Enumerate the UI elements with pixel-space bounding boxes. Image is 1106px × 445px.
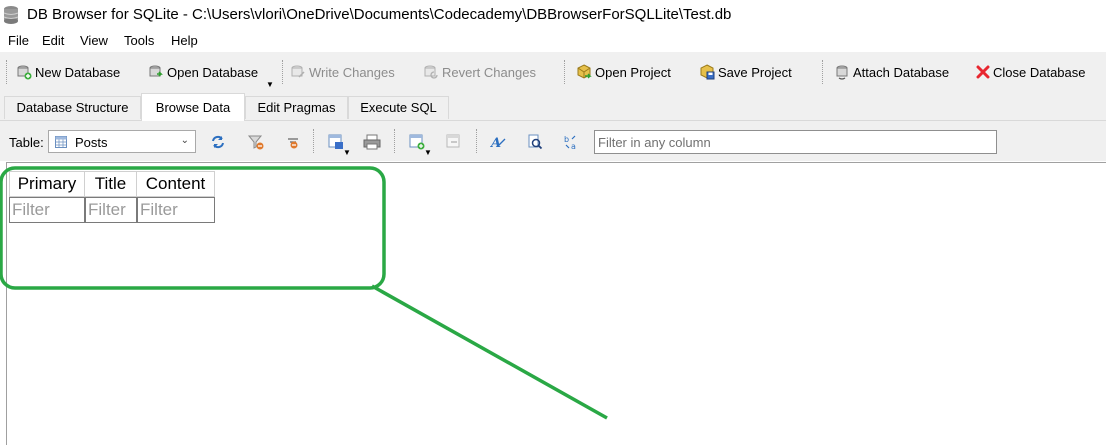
main-tabs: Database Structure Browse Data Edit Prag…: [0, 92, 1106, 121]
open-database-label: Open Database: [167, 64, 259, 80]
close-database-button[interactable]: Close Database: [976, 62, 1086, 82]
menu-bar: File Edit View Tools Help: [0, 30, 1106, 52]
svg-text:b: b: [564, 135, 569, 144]
attach-database-label: Attach Database: [853, 64, 950, 80]
open-database-button[interactable]: Open Database: [148, 62, 258, 82]
filter-all-columns-input[interactable]: [594, 130, 997, 154]
window-title: DB Browser for SQLite - C:\Users\vlori\O…: [27, 6, 732, 23]
close-icon: [976, 65, 990, 79]
open-project-label: Open Project: [595, 64, 671, 80]
write-changes-label: Write Changes: [309, 64, 395, 80]
title-bar: DB Browser for SQLite - C:\Users\vlori\O…: [0, 0, 1106, 30]
toolbar-grip: [6, 60, 9, 84]
menu-edit[interactable]: Edit: [42, 33, 64, 48]
toolbar-separator: [282, 60, 285, 84]
svg-text:a: a: [571, 142, 576, 151]
column-header-title[interactable]: Title: [85, 171, 137, 197]
menu-file[interactable]: File: [8, 33, 29, 48]
svg-text:A: A: [489, 136, 501, 151]
browse-toolbar: Table: Posts ⌄ ▼ ▼ A b a Filter in any c…: [0, 121, 1106, 161]
refresh-icon[interactable]: [209, 133, 227, 151]
menu-help[interactable]: Help: [171, 33, 198, 48]
revert-changes-icon: [424, 65, 438, 79]
write-changes-button[interactable]: Write Changes: [290, 62, 395, 82]
tab-browse-data[interactable]: Browse Data: [141, 93, 245, 121]
open-project-icon: [577, 64, 592, 79]
toolbar-separator: [476, 129, 479, 153]
font-format-icon[interactable]: A: [489, 133, 507, 151]
tab-execute-sql[interactable]: Execute SQL: [348, 96, 449, 119]
find-icon[interactable]: [526, 133, 544, 151]
save-project-button[interactable]: Save Project: [699, 62, 792, 82]
column-header-content[interactable]: Content: [137, 171, 215, 197]
table-label: Table:: [9, 135, 44, 150]
toolbar-separator: [394, 129, 397, 153]
delete-record-icon[interactable]: [445, 133, 463, 151]
column-filter-content[interactable]: Filter: [137, 197, 215, 223]
toolbar-separator: [822, 60, 825, 84]
selected-table: Posts: [75, 135, 108, 150]
menu-tools[interactable]: Tools: [124, 33, 154, 48]
open-database-icon: [149, 65, 163, 77]
open-project-button[interactable]: Open Project: [576, 62, 671, 82]
column-header-primary[interactable]: Primary: [9, 171, 85, 197]
revert-changes-button[interactable]: Revert Changes: [423, 62, 536, 82]
new-database-label: New Database: [35, 64, 121, 80]
print-icon[interactable]: [363, 133, 381, 151]
table-select[interactable]: Posts ⌄: [48, 130, 196, 153]
data-grid[interactable]: Primary Title Content Filter Filter Filt…: [6, 162, 1106, 445]
toolbar-separator: [313, 129, 316, 153]
column-filter-title[interactable]: Filter: [85, 197, 137, 223]
write-changes-icon: [291, 65, 305, 78]
save-table-dropdown-icon[interactable]: ▼: [343, 148, 351, 157]
table-icon: [55, 136, 67, 148]
save-project-icon: [700, 64, 715, 80]
insert-record-dropdown-icon[interactable]: ▼: [424, 148, 432, 157]
menu-view[interactable]: View: [80, 33, 108, 48]
attach-database-button[interactable]: Attach Database: [834, 62, 949, 82]
attach-database-icon: [836, 65, 848, 80]
main-toolbar: New Database Open Database ▼ Write Chang…: [0, 52, 1106, 93]
clear-sorting-icon[interactable]: [284, 133, 302, 151]
close-database-label: Close Database: [993, 64, 1086, 80]
tab-edit-pragmas[interactable]: Edit Pragmas: [245, 96, 348, 119]
new-database-icon: [17, 65, 32, 80]
toolbar-separator: [564, 60, 567, 84]
new-database-button[interactable]: New Database: [16, 62, 120, 82]
database-app-icon: [3, 6, 19, 24]
open-database-dropdown-icon[interactable]: ▼: [266, 80, 274, 89]
column-filter-primary[interactable]: Filter: [9, 197, 85, 223]
tab-database-structure[interactable]: Database Structure: [4, 96, 141, 119]
revert-changes-label: Revert Changes: [442, 64, 536, 80]
chevron-down-icon: ⌄: [180, 135, 189, 146]
find-replace-icon[interactable]: b a: [563, 133, 581, 151]
save-project-label: Save Project: [718, 64, 792, 80]
clear-filters-icon[interactable]: [247, 133, 265, 151]
